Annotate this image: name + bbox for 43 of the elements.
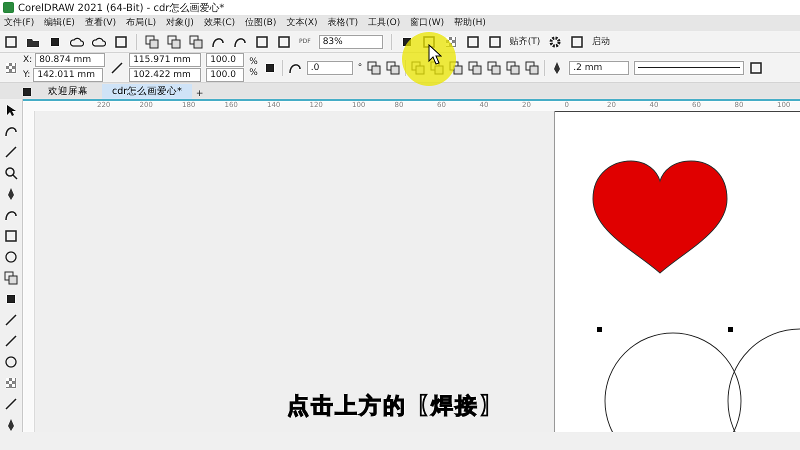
add-tab-button[interactable]: + xyxy=(196,89,204,99)
menu-item[interactable]: 位图(B) xyxy=(245,15,276,31)
number-field[interactable]: 100.0 xyxy=(206,53,244,67)
ellipse-icon[interactable] xyxy=(4,250,18,264)
menu-item[interactable]: 布局(L) xyxy=(126,15,156,31)
snap-dropdown[interactable]: 贴齐(T) xyxy=(510,35,540,48)
menu-item[interactable]: 表格(T) xyxy=(328,15,358,31)
outline-width-field[interactable]: .2 mm xyxy=(569,60,630,74)
document-tab[interactable]: cdr怎么画爱心* xyxy=(102,84,192,99)
menu-item[interactable]: 文件(F) xyxy=(4,15,34,31)
number-field[interactable]: 100.0 xyxy=(206,68,244,82)
rectangle-icon[interactable] xyxy=(4,229,18,243)
number-field[interactable]: 142.011 mm xyxy=(33,68,104,82)
line-style-dropdown[interactable] xyxy=(634,60,744,74)
field-label: X: xyxy=(23,55,32,65)
selection-handle[interactable] xyxy=(597,327,602,332)
mouse-cursor-icon xyxy=(428,44,442,66)
number-field[interactable]: 80.874 mm xyxy=(35,53,106,67)
number-field[interactable]: 102.422 mm xyxy=(129,68,202,82)
degree-label: ° xyxy=(358,62,362,72)
menu-item[interactable]: 效果(C) xyxy=(204,15,236,31)
menu-item[interactable]: 查看(V) xyxy=(84,15,116,31)
angle-field[interactable]: .0 xyxy=(306,60,353,74)
zoom-field[interactable]: 83% xyxy=(318,34,383,48)
number-field[interactable]: 115.971 mm xyxy=(129,53,202,67)
circle-shapes[interactable] xyxy=(604,328,800,432)
menu-item[interactable]: 编辑(E) xyxy=(44,15,75,31)
percent-label: % xyxy=(249,68,258,78)
window-title: CorelDRAW 2021 (64-Bit) - cdr怎么画爱心* xyxy=(18,2,224,14)
zoom-icon[interactable] xyxy=(4,166,18,180)
subtitle-caption: 点击上方的【焊接】 xyxy=(287,392,503,421)
pointer-icon[interactable] xyxy=(4,103,18,117)
field-label: Y: xyxy=(23,70,30,80)
launch-dropdown[interactable]: 启动 xyxy=(592,35,610,48)
menu-item[interactable]: 对象(J) xyxy=(166,15,194,31)
heart-shape[interactable] xyxy=(592,160,728,274)
selection-handle[interactable] xyxy=(728,327,733,332)
app-logo-icon xyxy=(3,2,14,13)
menu-item[interactable]: 窗口(W) xyxy=(410,15,444,31)
percent-label: % xyxy=(249,57,258,67)
menu-item[interactable]: 文本(X) xyxy=(286,15,318,31)
menu-item[interactable]: 帮助(H) xyxy=(454,15,486,31)
menu-item[interactable]: 工具(O) xyxy=(368,15,400,31)
